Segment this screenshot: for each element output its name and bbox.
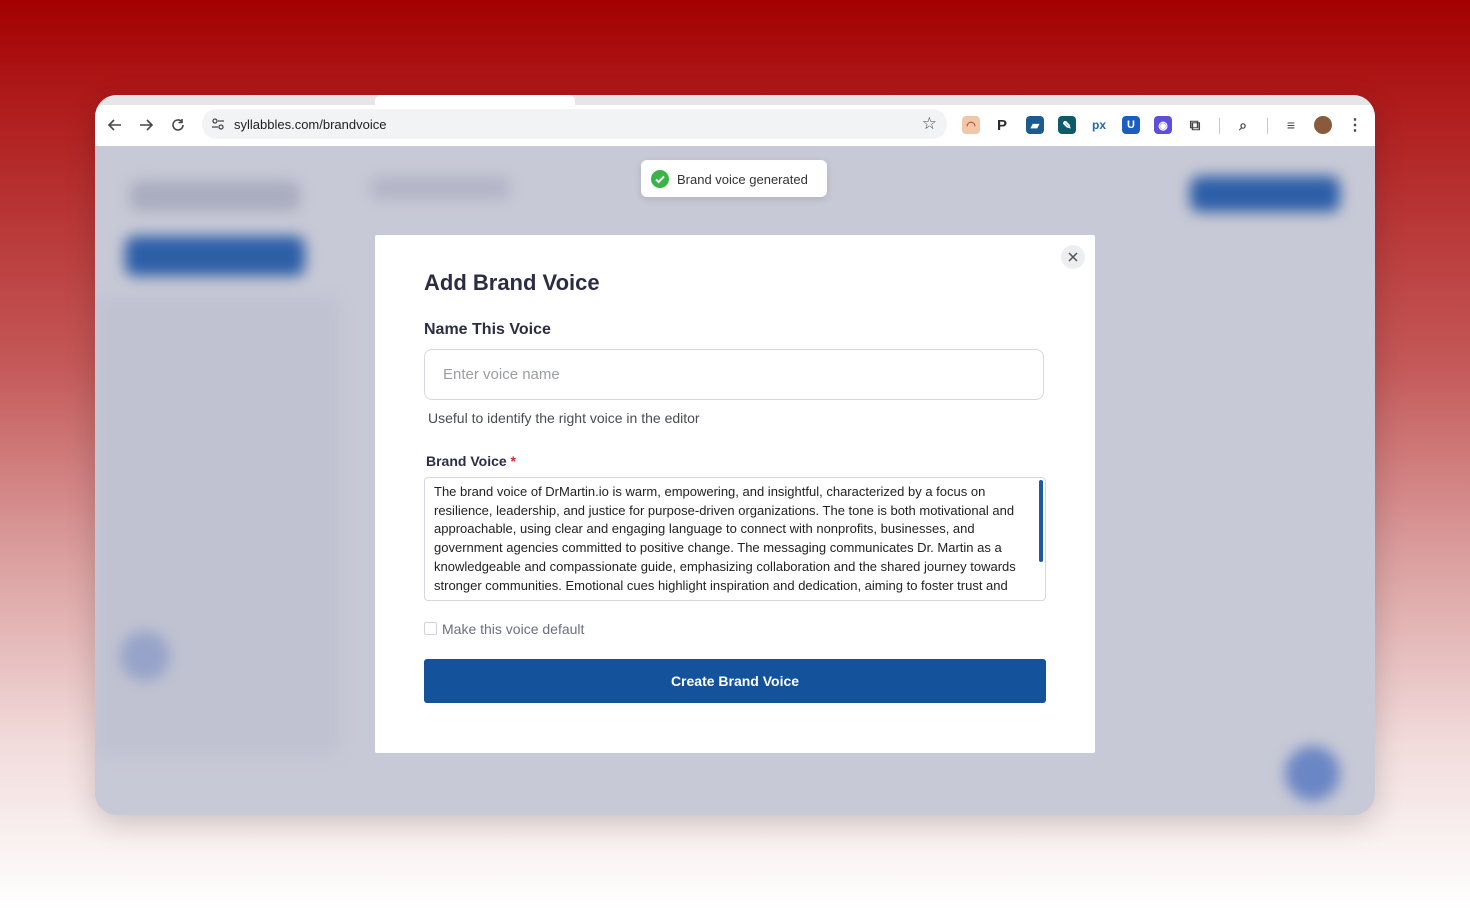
brand-voice-textarea[interactable]: The brand voice of DrMartin.io is warm, … <box>424 477 1046 601</box>
reload-icon[interactable] <box>166 113 190 137</box>
page-viewport: Brand voice generated Add Brand Voice Na… <box>95 146 1375 815</box>
textarea-scrollbar[interactable] <box>1039 480 1043 562</box>
back-arrow-icon[interactable] <box>103 113 127 137</box>
voice-name-label: Name This Voice <box>424 321 551 338</box>
forward-arrow-icon[interactable] <box>134 113 158 137</box>
voice-name-input[interactable] <box>424 349 1044 400</box>
browser-toolbar: syllabbles.com/brandvoice ☆ ◠ P ▰ ✎ px U… <box>95 105 1375 147</box>
search-tab-icon[interactable]: ⌕ <box>1234 116 1252 134</box>
default-voice-label[interactable]: Make this voice default <box>442 621 584 637</box>
ext-pie-icon[interactable]: ◠ <box>962 116 980 134</box>
brand-voice-text[interactable]: The brand voice of DrMartin.io is warm, … <box>434 483 1034 595</box>
url-text[interactable]: syllabbles.com/brandvoice <box>234 117 386 132</box>
site-settings-icon[interactable] <box>210 116 226 132</box>
brand-voice-label-text: Brand Voice <box>426 453 507 469</box>
ext-shield-icon[interactable]: U <box>1122 116 1140 134</box>
ext-blue-note-icon[interactable]: ▰ <box>1026 116 1044 134</box>
success-toast: Brand voice generated <box>641 160 827 197</box>
toolbar-divider <box>1219 118 1220 134</box>
tab-strip <box>95 95 1375 105</box>
dialog-title: Add Brand Voice <box>424 270 600 295</box>
default-voice-checkbox[interactable] <box>424 622 437 635</box>
more-menu-icon[interactable]: ⋮ <box>1346 116 1364 134</box>
brand-voice-label: Brand Voice * <box>426 453 516 469</box>
toast-message: Brand voice generated <box>677 172 808 187</box>
reading-list-icon[interactable]: ≡ <box>1282 116 1300 134</box>
ext-purple-icon[interactable]: ◉ <box>1154 116 1172 134</box>
profile-avatar[interactable] <box>1314 116 1332 134</box>
check-circle-icon <box>651 170 669 188</box>
extensions-puzzle-icon[interactable]: ⧉ <box>1186 116 1204 134</box>
active-tab[interactable] <box>375 95 575 105</box>
add-brand-voice-dialog: Add Brand Voice Name This Voice Useful t… <box>375 235 1095 753</box>
create-brand-voice-button[interactable]: Create Brand Voice <box>424 659 1046 703</box>
ext-px-icon[interactable]: px <box>1090 116 1108 134</box>
close-icon[interactable] <box>1061 245 1085 269</box>
required-asterisk: * <box>510 453 516 469</box>
bookmark-star-icon[interactable]: ☆ <box>922 114 937 134</box>
ext-green-pen-icon[interactable]: ✎ <box>1058 116 1076 134</box>
toolbar-divider <box>1267 118 1268 134</box>
ext-p-icon[interactable]: P <box>993 116 1011 134</box>
address-bar[interactable]: syllabbles.com/brandvoice ☆ <box>202 109 947 139</box>
voice-name-helper-text: Useful to identify the right voice in th… <box>428 410 700 426</box>
browser-window: syllabbles.com/brandvoice ☆ ◠ P ▰ ✎ px U… <box>95 95 1375 815</box>
